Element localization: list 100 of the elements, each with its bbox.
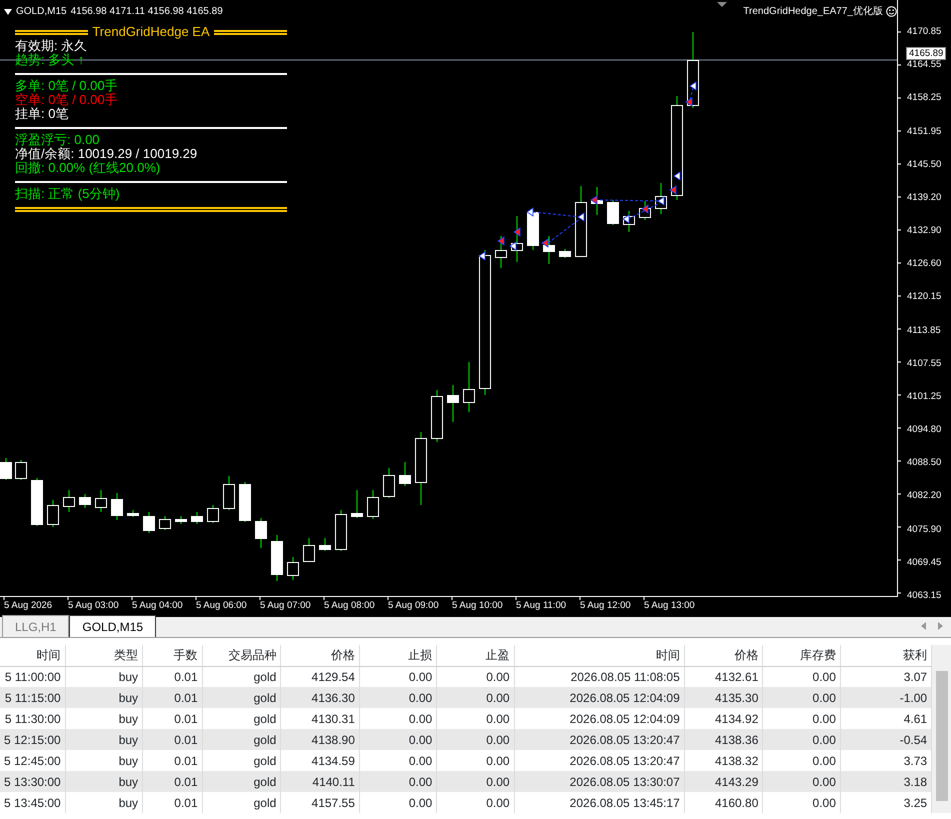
expert-name: TrendGridHedge_EA77_优化版	[743, 5, 883, 19]
candle	[191, 512, 203, 524]
info-line: 空单: 0笔 / 0.00手	[15, 93, 119, 107]
price-label: 4126.60	[906, 258, 942, 270]
candle	[31, 478, 43, 526]
candle	[463, 362, 475, 412]
table-cell: 2026.08.05 13:20:47	[514, 729, 684, 750]
scrollbar[interactable]	[932, 645, 951, 813]
table-cell: buy	[65, 729, 143, 750]
price-label: 4082.20	[906, 490, 942, 502]
column-header[interactable]: 价格	[684, 645, 763, 666]
time-label: 5 Aug 04:00	[132, 599, 184, 613]
scroll-left-icon[interactable]	[921, 622, 926, 630]
table-cell: 0.00	[359, 687, 437, 708]
column-header[interactable]: 时间	[0, 645, 66, 666]
table-cell: 0.00	[436, 771, 514, 792]
table-cell: 0.00	[436, 792, 514, 813]
table-cell: 0.00	[762, 687, 840, 708]
scrollbar-thumb[interactable]	[936, 671, 948, 801]
candle	[351, 490, 363, 518]
table-cell: 5 13:45:00	[0, 792, 66, 813]
candle	[575, 186, 587, 258]
candle	[431, 390, 443, 442]
scroll-right-icon[interactable]	[938, 622, 943, 630]
column-header[interactable]: 止损	[359, 645, 437, 666]
table-cell: 0.00	[436, 687, 514, 708]
candle	[255, 518, 267, 548]
candle	[63, 490, 75, 512]
time-label: 5 Aug 08:00	[324, 599, 376, 613]
chart-tab[interactable]: LLG,H1	[2, 615, 70, 637]
smiley-icon[interactable]	[886, 6, 897, 17]
price-label: 4170.85	[906, 26, 942, 38]
column-header[interactable]: 获利	[840, 645, 932, 666]
candle	[47, 500, 59, 528]
time-label: 5 Aug 09:00	[388, 599, 440, 613]
info-line: 浮盈浮亏: 0.00	[15, 133, 101, 147]
column-header[interactable]: 库存费	[762, 645, 840, 666]
candle	[79, 494, 91, 508]
candle	[223, 476, 235, 510]
table-cell: gold	[202, 729, 281, 750]
table-cell: 5 13:30:00	[0, 771, 66, 792]
column-header[interactable]: 价格	[280, 645, 360, 666]
price-label: 4075.90	[906, 524, 942, 536]
panel-title: TrendGridHedge EA	[92, 25, 210, 39]
info-line: 净值/余额: 10019.29 / 10019.29	[15, 147, 198, 161]
chart-tab[interactable]: GOLD,M15	[69, 615, 156, 637]
table-cell: 0.01	[142, 687, 202, 708]
price-label: 4132.90	[906, 225, 942, 238]
info-line: 挂单: 0笔	[15, 107, 70, 121]
candle	[127, 510, 139, 518]
current-price-label: 4165.89	[906, 47, 946, 60]
table-cell: 5 12:15:00	[0, 729, 66, 750]
price-label: 4158.25	[906, 92, 942, 104]
column-header[interactable]: 时间	[514, 645, 684, 666]
table-cell: buy	[65, 771, 143, 792]
column-header[interactable]: 手数	[142, 645, 202, 666]
table-cell: 0.00	[359, 771, 437, 792]
candle	[175, 516, 187, 524]
table-cell: 4138.90	[280, 729, 360, 750]
table-cell: 0.01	[142, 771, 202, 792]
candle	[559, 248, 571, 258]
symbol-label: GOLD,M15	[16, 5, 67, 19]
candle	[111, 492, 123, 520]
time-label: 5 Aug 06:00	[196, 599, 248, 613]
candle	[303, 538, 315, 562]
candle	[383, 468, 395, 498]
candle	[0, 458, 12, 480]
table-cell: 0.00	[762, 771, 840, 792]
candle	[335, 510, 347, 552]
candle	[367, 490, 379, 520]
info-line: 有效期: 永久	[15, 39, 88, 53]
candle	[95, 490, 107, 512]
dropdown-icon[interactable]	[4, 8, 12, 14]
table-cell: 4138.36	[684, 729, 763, 750]
table-cell: 2026.08.05 13:30:07	[514, 771, 684, 792]
table-cell: -0.54	[840, 729, 932, 750]
price-label: 4088.50	[906, 457, 942, 470]
table-cell: buy	[65, 687, 143, 708]
table-cell: gold	[202, 687, 281, 708]
ohlc-values: 4156.98 4171.11 4156.98 4165.89	[70, 5, 223, 19]
candle	[271, 534, 283, 582]
column-header[interactable]: 止盈	[436, 645, 514, 666]
info-line: 回撤: 0.00% (红线20.0%)	[15, 161, 162, 175]
column-header[interactable]: 交易品种	[202, 645, 281, 666]
table-cell: -1.00	[840, 687, 932, 708]
price-label: 4101.25	[906, 390, 942, 403]
table-cell: 2026.08.05 12:04:09	[514, 687, 684, 708]
candle	[143, 512, 155, 534]
table-cell: 0.01	[142, 792, 202, 813]
table-cell: 2026.08.05 13:45:17	[514, 792, 684, 813]
price-label: 4094.80	[906, 424, 942, 436]
price-label: 4120.15	[906, 291, 942, 304]
trade-arrow-icon	[622, 214, 630, 224]
candle	[239, 482, 251, 522]
info-line: 扫描: 正常 (5分钟)	[15, 187, 121, 201]
table-cell: 4136.30	[280, 687, 360, 708]
column-header[interactable]: 类型	[65, 645, 143, 666]
triangle-icon[interactable]	[717, 2, 727, 7]
table-cell: 5 11:15:00	[0, 687, 66, 708]
table-cell: 0.00	[359, 729, 437, 750]
